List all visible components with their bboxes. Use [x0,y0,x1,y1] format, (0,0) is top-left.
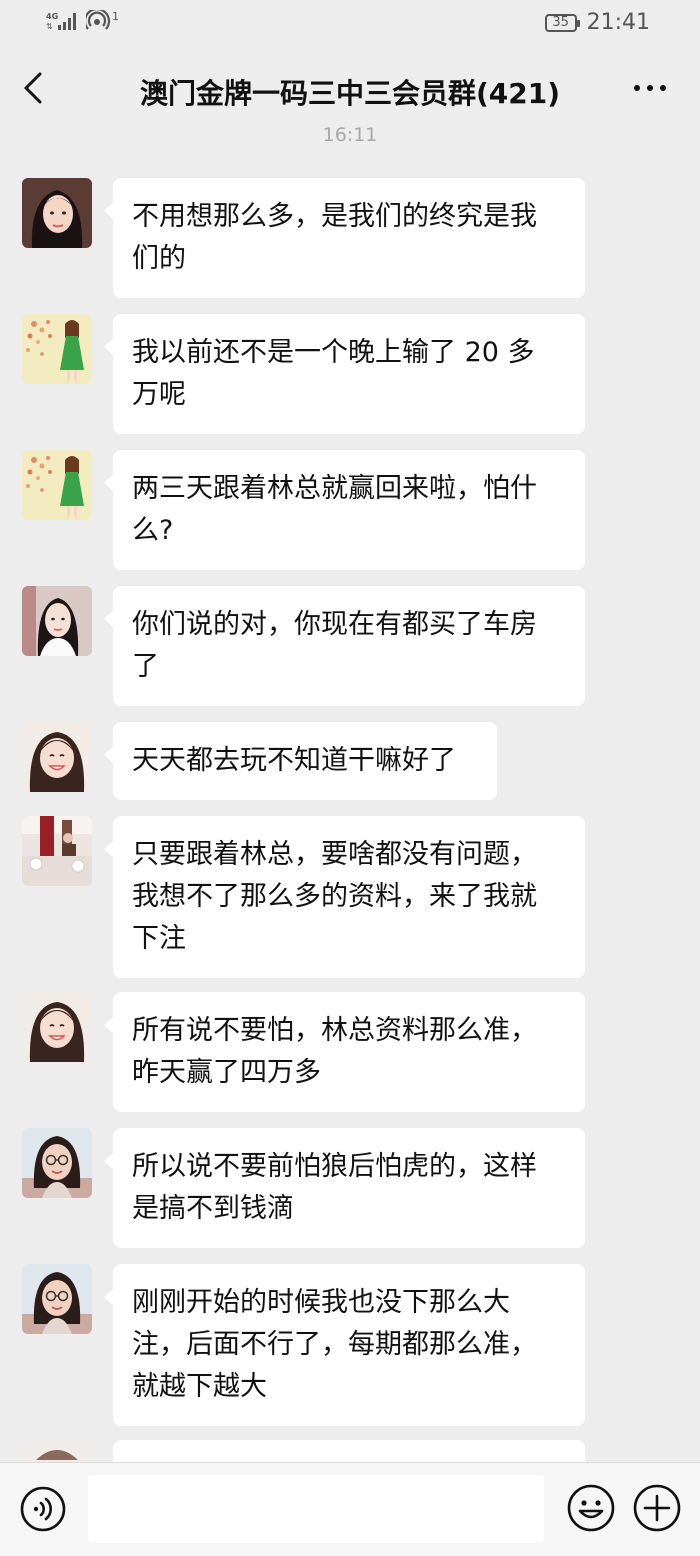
avatar[interactable] [22,1440,92,1462]
message-line: 所以说不要前怕狼后怕虎的，这样 [132,1151,537,1182]
status-bar: 4G ⇅ 1 35 21:41 [0,0,700,44]
input-bar [0,1462,700,1556]
message-line: 只要跟着林总，要啥都没有问题， [132,839,537,870]
message-line: 两三天跟着林总就赢回来啦，怕什 [132,473,537,504]
plus-icon [633,1484,681,1532]
message-bubble[interactable] [113,1440,585,1462]
avatar-partial-icon [22,1440,92,1462]
avatar[interactable] [22,586,92,656]
hotspot-icon [86,10,111,30]
avatar[interactable] [22,816,92,886]
message-input[interactable] [88,1475,544,1543]
chat-title: 澳门金牌一码三中三会员群(421) [139,77,561,110]
message-line: 你们说的对，你现在有都买了车房 [132,609,537,640]
chat-header: 澳门金牌一码三中三会员群(421) [0,44,700,134]
emoji-button[interactable] [566,1483,616,1533]
status-bar-right: 35 21:41 [544,10,650,35]
avatar-smiling-woman-icon [22,992,92,1062]
message-line: 们的 [132,243,186,274]
avatar-group-photo-icon [22,816,92,886]
message-bubble[interactable]: 两三天跟着林总就赢回来啦，怕什 么? [104,450,585,570]
message-line: 不用想那么多，是我们的终究是我 [132,201,537,232]
message-line: 刚刚开始的时候我也没下那么大 [132,1287,510,1318]
avatar-illustrated-girl-icon [22,450,92,520]
message-line: 所有说不要怕，林总资料那么准， [132,1015,537,1046]
status-bar-left: 4G ⇅ 1 [46,10,119,32]
avatar-smiling-woman-icon [22,722,92,792]
avatar[interactable] [22,314,92,384]
battery-icon: 35 [544,13,580,32]
avatar[interactable] [22,450,92,520]
message-line: 下注 [132,923,186,954]
message-bubble[interactable]: 我以前还不是一个晚上输了 20 多 万呢 [104,314,585,434]
svg-text:⇅: ⇅ [46,22,53,31]
hotspot-count: 1 [112,9,119,23]
message-bubble[interactable]: 所以说不要前怕狼后怕虎的，这样 是搞不到钱滴 [104,1128,585,1248]
cellular-signal-icon: 4G ⇅ [46,12,76,31]
message-line: 就越下越大 [132,1371,267,1402]
message-bubble[interactable]: 所有说不要怕，林总资料那么准， 昨天赢了四万多 [104,992,585,1112]
message-bubble[interactable]: 天天都去玩不知道干嘛好了 [104,722,497,800]
message-line: 了 [132,651,159,682]
message-line: 注，后面不行了，每期都那么准， [132,1329,537,1360]
message-line: 天天都去玩不知道干嘛好了 [132,745,456,776]
avatar[interactable] [22,1128,92,1198]
avatar-woman-glasses-icon [22,1264,92,1334]
avatar[interactable] [22,722,92,792]
voice-icon [20,1486,66,1532]
battery-level: 35 [552,14,569,30]
avatar-illustrated-girl-icon [22,314,92,384]
status-time: 21:41 [586,10,650,35]
message-bubble[interactable]: 不用想那么多，是我们的终究是我 们的 [104,178,585,298]
message-line: 昨天赢了四万多 [132,1057,321,1088]
message-line: 万呢 [132,379,186,410]
more-options-button[interactable] [632,70,668,106]
more-dots-icon [634,85,666,91]
voice-input-button[interactable] [19,1485,67,1533]
avatar-woman-white-top-icon [22,586,92,656]
avatar[interactable] [22,992,92,1062]
message-line: 我想不了那么多的资料，来了我就 [132,881,537,912]
message-bubble[interactable]: 刚刚开始的时候我也没下那么大 注，后面不行了，每期都那么准， 就越下越大 [104,1264,585,1426]
message-line: 是搞不到钱滴 [132,1193,294,1224]
message-item-partial [0,1440,700,1462]
avatar-woman-long-hair-icon [22,178,92,248]
message-bubble[interactable]: 只要跟着林总，要啥都没有问题， 我想不了那么多的资料，来了我就 下注 [104,816,585,978]
avatar[interactable] [22,1264,92,1334]
avatar[interactable] [22,178,92,248]
more-functions-button[interactable] [632,1483,682,1533]
message-bubble[interactable]: 你们说的对，你现在有都买了车房 了 [104,586,585,706]
svg-text:4G: 4G [46,12,58,21]
message-line: 么? [132,515,174,546]
message-timestamp: 16:11 [322,124,378,146]
avatar-woman-glasses-icon [22,1128,92,1198]
emoji-icon [567,1484,615,1532]
message-line: 我以前还不是一个晚上输了 20 多 [132,337,535,368]
